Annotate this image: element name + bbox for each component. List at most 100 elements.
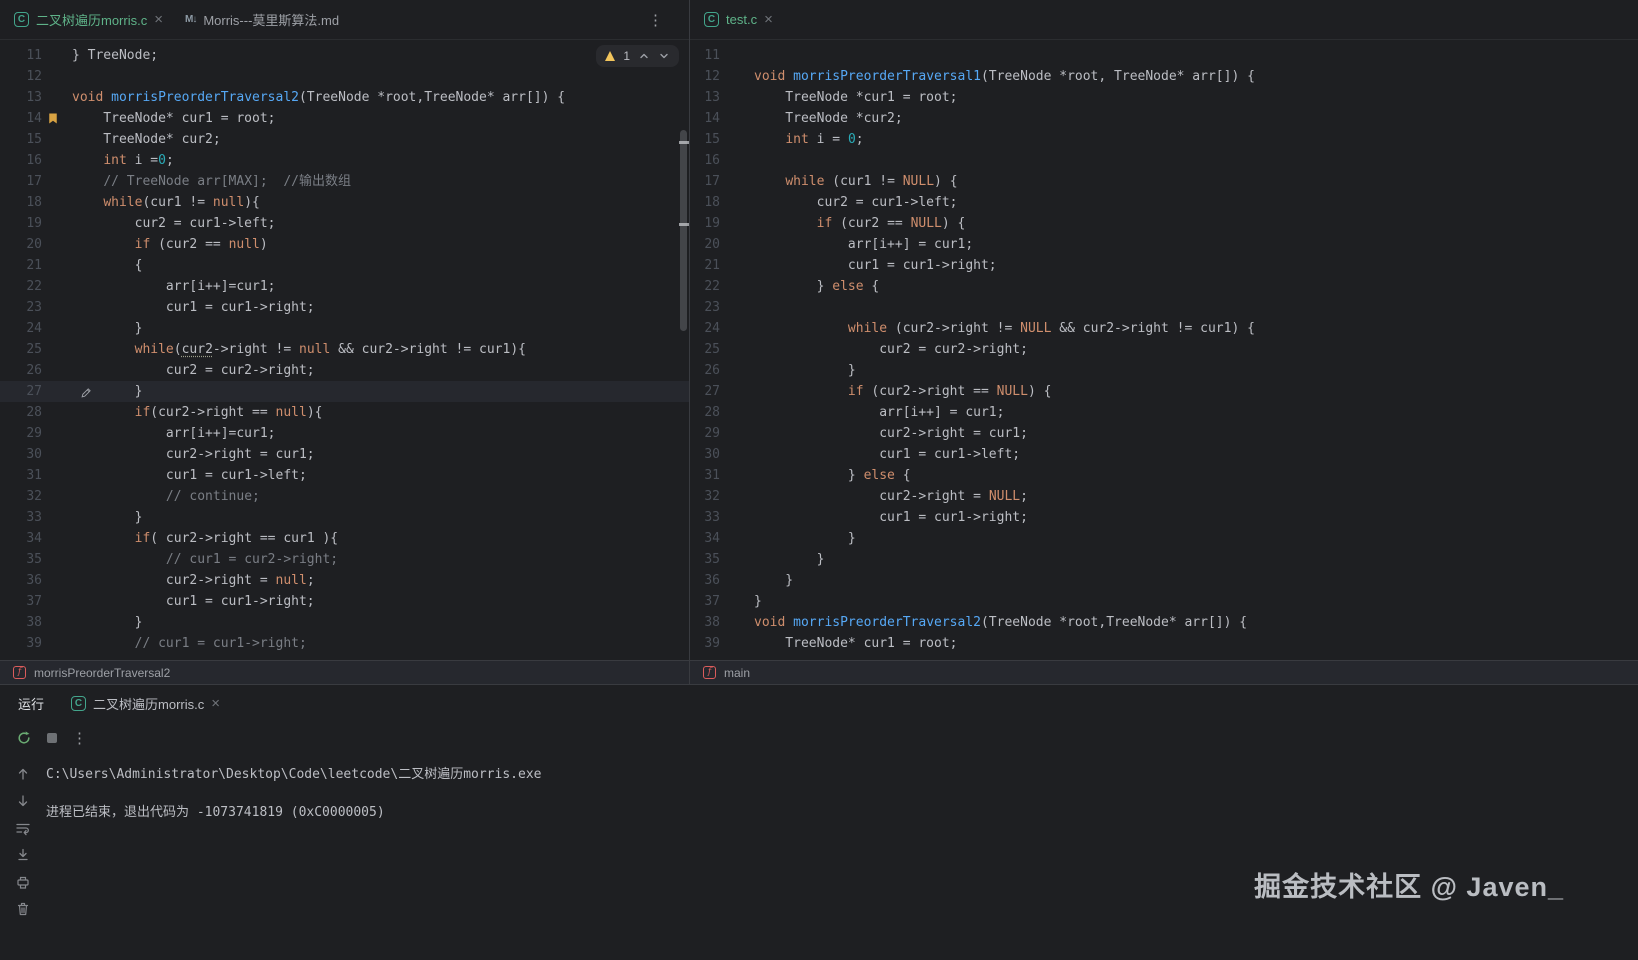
code-line[interactable]: 30 cur1 = cur1->left;: [690, 444, 1638, 465]
line-number[interactable]: 25: [690, 339, 720, 360]
code-line[interactable]: 37 cur1 = cur1->right;: [0, 591, 689, 612]
code-line[interactable]: 11} TreeNode;: [0, 45, 689, 66]
code-line[interactable]: 27 }: [0, 381, 689, 402]
scroll-to-end-button[interactable]: [14, 846, 32, 864]
code-line[interactable]: 12: [0, 66, 689, 87]
line-number[interactable]: 35: [0, 549, 42, 570]
code-line[interactable]: 19 cur2 = cur1->left;: [0, 213, 689, 234]
code-line[interactable]: 34 }: [690, 528, 1638, 549]
code-line[interactable]: 26 }: [690, 360, 1638, 381]
code-line[interactable]: 27 if (cur2->right == NULL) {: [690, 381, 1638, 402]
code-line[interactable]: 20 arr[i++] = cur1;: [690, 234, 1638, 255]
code-line[interactable]: 30 cur2->right = cur1;: [0, 444, 689, 465]
line-number[interactable]: 27: [0, 381, 42, 402]
code-line[interactable]: 12void morrisPreorderTraversal1(TreeNode…: [690, 66, 1638, 87]
code-line[interactable]: 33 cur1 = cur1->right;: [690, 507, 1638, 528]
line-number[interactable]: 22: [0, 276, 42, 297]
line-number[interactable]: 37: [690, 591, 720, 612]
line-number[interactable]: 13: [690, 87, 720, 108]
line-number[interactable]: 34: [0, 528, 42, 549]
line-number[interactable]: 38: [690, 612, 720, 633]
line-number[interactable]: 27: [690, 381, 720, 402]
code-line[interactable]: 18 while(cur1 != null){: [0, 192, 689, 213]
line-number[interactable]: 17: [690, 171, 720, 192]
line-number[interactable]: 33: [0, 507, 42, 528]
line-number[interactable]: 15: [0, 129, 42, 150]
line-number[interactable]: 24: [690, 318, 720, 339]
code-line[interactable]: 39 // cur1 = cur1->right;: [0, 633, 689, 654]
code-line[interactable]: 15 TreeNode* cur2;: [0, 129, 689, 150]
line-number[interactable]: 39: [690, 633, 720, 654]
code-line[interactable]: 31 } else {: [690, 465, 1638, 486]
code-line[interactable]: 38void morrisPreorderTraversal2(TreeNode…: [690, 612, 1638, 633]
console-output[interactable]: C:\Users\Administrator\Desktop\Code\leet…: [46, 753, 1638, 960]
code-line[interactable]: 35 }: [690, 549, 1638, 570]
code-line[interactable]: 15 int i = 0;: [690, 129, 1638, 150]
tab-morris-md[interactable]: M↓ Morris---莫里斯算法.md: [174, 0, 350, 39]
code-line[interactable]: 23 cur1 = cur1->right;: [0, 297, 689, 318]
tab-options-kebab-icon[interactable]: ⋮: [648, 11, 663, 29]
line-number[interactable]: 18: [0, 192, 42, 213]
code-line[interactable]: 36 cur2->right = null;: [0, 570, 689, 591]
code-line[interactable]: 21 cur1 = cur1->right;: [690, 255, 1638, 276]
line-number[interactable]: 13: [0, 87, 42, 108]
line-number[interactable]: 33: [690, 507, 720, 528]
right-editor[interactable]: 1112void morrisPreorderTraversal1(TreeNo…: [690, 40, 1638, 660]
code-line[interactable]: 22 } else {: [690, 276, 1638, 297]
close-icon[interactable]: ×: [154, 12, 163, 27]
line-number[interactable]: 24: [0, 318, 42, 339]
line-number[interactable]: 36: [0, 570, 42, 591]
line-number[interactable]: 29: [0, 423, 42, 444]
line-number[interactable]: 21: [0, 255, 42, 276]
code-line[interactable]: 25 cur2 = cur2->right;: [690, 339, 1638, 360]
code-line[interactable]: 21 {: [0, 255, 689, 276]
soft-wrap-button[interactable]: [14, 819, 32, 837]
left-editor[interactable]: 11} TreeNode;1213void morrisPreorderTrav…: [0, 40, 689, 660]
line-number[interactable]: 19: [690, 213, 720, 234]
code-line[interactable]: 20 if (cur2 == null): [0, 234, 689, 255]
breadcrumb[interactable]: morrisPreorderTraversal2: [34, 666, 170, 680]
chevron-up-icon[interactable]: [638, 50, 650, 62]
code-line[interactable]: 33 }: [0, 507, 689, 528]
tab-test-c[interactable]: C test.c ×: [693, 0, 784, 39]
code-line[interactable]: 37}: [690, 591, 1638, 612]
line-number[interactable]: 18: [690, 192, 720, 213]
code-line[interactable]: 17 while (cur1 != NULL) {: [690, 171, 1638, 192]
line-number[interactable]: 31: [690, 465, 720, 486]
line-number[interactable]: 22: [690, 276, 720, 297]
line-number[interactable]: 11: [690, 45, 720, 66]
breadcrumb[interactable]: main: [724, 666, 750, 680]
line-number[interactable]: 21: [690, 255, 720, 276]
line-number[interactable]: 20: [690, 234, 720, 255]
code-line[interactable]: 17 // TreeNode arr[MAX]; //输出数组: [0, 171, 689, 192]
code-line[interactable]: 29 cur2->right = cur1;: [690, 423, 1638, 444]
line-number[interactable]: 20: [0, 234, 42, 255]
code-line[interactable]: 14 TreeNode *cur2;: [690, 108, 1638, 129]
line-number[interactable]: 34: [690, 528, 720, 549]
code-line[interactable]: 34 if( cur2->right == cur1 ){: [0, 528, 689, 549]
line-number[interactable]: 32: [690, 486, 720, 507]
print-button[interactable]: [14, 873, 32, 891]
code-line[interactable]: 32 // continue;: [0, 486, 689, 507]
code-line[interactable]: 24 while (cur2->right != NULL && cur2->r…: [690, 318, 1638, 339]
line-number[interactable]: 23: [0, 297, 42, 318]
line-number[interactable]: 15: [690, 129, 720, 150]
close-icon[interactable]: ×: [764, 12, 773, 27]
run-options-kebab-icon[interactable]: ⋮: [72, 729, 87, 747]
code-line[interactable]: 23: [690, 297, 1638, 318]
line-number[interactable]: 30: [0, 444, 42, 465]
line-number[interactable]: 36: [690, 570, 720, 591]
code-line[interactable]: 29 arr[i++]=cur1;: [0, 423, 689, 444]
clear-all-button[interactable]: [14, 900, 32, 918]
code-line[interactable]: 19 if (cur2 == NULL) {: [690, 213, 1638, 234]
line-number[interactable]: 28: [0, 402, 42, 423]
code-line[interactable]: 35 // cur1 = cur2->right;: [0, 549, 689, 570]
line-number[interactable]: 26: [0, 360, 42, 381]
code-line[interactable]: 13 TreeNode *cur1 = root;: [690, 87, 1638, 108]
code-line[interactable]: 39 TreeNode* cur1 = root;: [690, 633, 1638, 654]
line-number[interactable]: 38: [0, 612, 42, 633]
down-stack-trace-button[interactable]: [14, 792, 32, 810]
line-number[interactable]: 26: [690, 360, 720, 381]
code-line[interactable]: 14 TreeNode* cur1 = root;: [0, 108, 689, 129]
line-number[interactable]: 16: [0, 150, 42, 171]
